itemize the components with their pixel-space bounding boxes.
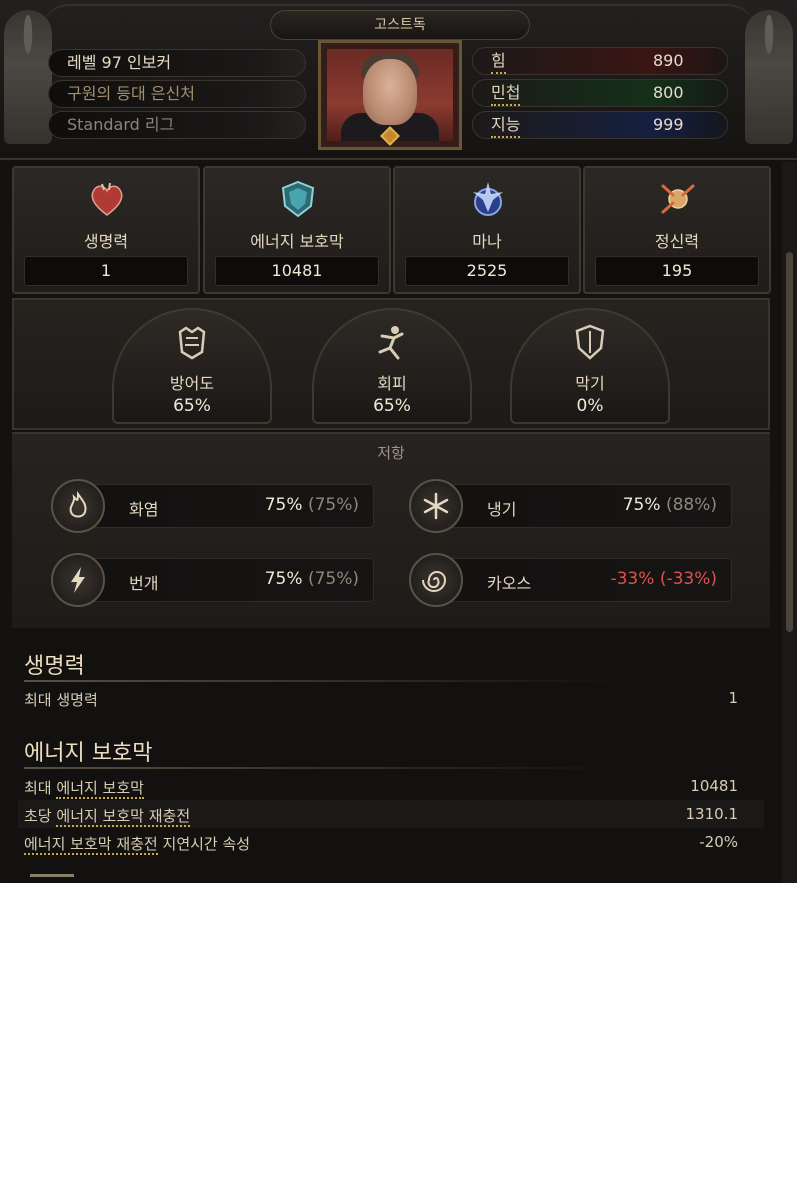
left-statue-ornament (4, 10, 52, 144)
lightning-resistance[interactable]: 번개 75% (75%) (51, 553, 374, 607)
armour-value: 65% (173, 396, 211, 416)
stat-details-list: 생명력 최대 생명력 1 에너지 보호막 최대 에너지 보호막 10481 초당… (12, 628, 770, 883)
detail-value: 1310.1 (685, 805, 739, 823)
detail-row-max-life[interactable]: 최대 생명력 1 (18, 684, 764, 712)
life-label: 생명력 (83, 232, 129, 251)
spirit-value: 195 (595, 256, 759, 286)
resistance-title: 저항 (377, 444, 405, 462)
spirit-label: 정신력 (654, 232, 700, 251)
energy-shield-value: 10481 (215, 256, 379, 286)
attribute-dexterity-label: 민첩 (491, 82, 521, 106)
scrollbar[interactable] (782, 162, 797, 883)
section-divider (24, 767, 624, 769)
mana-stat-panel[interactable]: 마나 2525 (393, 166, 581, 294)
detail-row-max-energy-shield[interactable]: 최대 에너지 보호막 10481 (18, 772, 764, 800)
lightning-resistance-max: (75%) (307, 569, 359, 589)
fire-resistance[interactable]: 화염 75% (75%) (51, 479, 374, 533)
block-label: 막기 (575, 374, 605, 393)
detail-value: -20% (699, 833, 738, 851)
right-statue-ornament (745, 10, 793, 144)
detail-label-suffix: 지연시간 속성 (162, 835, 251, 853)
chaos-resistance-label: 카오스 (487, 574, 532, 593)
detail-label-keyword[interactable]: 에너지 보호막 (56, 779, 144, 799)
energy-shield-section-title: 에너지 보호막 (24, 741, 153, 766)
detail-label-prefix: 초당 (24, 807, 52, 825)
lightning-resistance-label: 번개 (129, 574, 159, 593)
life-value: 1 (24, 256, 188, 286)
attribute-strength-value: 890 (653, 51, 684, 70)
cold-resistance-value: 75% (622, 495, 661, 515)
block-shield-icon (575, 324, 605, 360)
character-location: 구원의 등대 은신처 (48, 80, 306, 108)
fire-resistance-label: 화염 (129, 500, 159, 519)
defense-panel: 방어도 65% 회피 65% 막기 0% (12, 298, 770, 430)
block-stat[interactable]: 막기 0% (510, 308, 670, 424)
character-portrait (318, 40, 462, 150)
armour-icon (178, 326, 206, 360)
mana-crystal-icon (473, 182, 503, 216)
attribute-dexterity-value: 800 (653, 83, 684, 102)
spirit-orb-icon (661, 184, 695, 214)
character-name: 고스트독 (270, 10, 530, 40)
detail-value: 1 (728, 689, 738, 707)
cold-icon (409, 479, 463, 533)
fire-icon (51, 479, 105, 533)
detail-row-es-recharge[interactable]: 초당 에너지 보호막 재충전 1310.1 (18, 800, 764, 828)
chaos-resistance-max: (-33%) (659, 569, 717, 589)
attribute-strength-label: 힘 (491, 50, 506, 74)
detail-label-prefix: 최대 (24, 779, 52, 797)
chaos-icon (409, 553, 463, 607)
resistance-panel: 저항 화염 75% (75%) 냉기 75% (88%) 번개 75% (75%… (12, 432, 770, 628)
character-stats-window: 고스트독 레벨 97 인보커 구원의 등대 은신처 Standard 리그 힘 … (0, 0, 797, 883)
detail-label-keyword[interactable]: 에너지 보호막 재충전 (24, 835, 158, 855)
heart-icon (91, 182, 123, 216)
cold-resistance-max: (88%) (665, 495, 717, 515)
fire-resistance-value: 75% (264, 495, 303, 515)
character-header: 고스트독 레벨 97 인보커 구원의 등대 은신처 Standard 리그 힘 … (0, 0, 797, 160)
armour-label: 방어도 (169, 374, 215, 393)
scrollbar-thumb[interactable] (786, 252, 793, 632)
chaos-resistance-value: -33% (610, 569, 655, 589)
attribute-intelligence-label: 지능 (491, 114, 521, 138)
life-stat-panel[interactable]: 생명력 1 (12, 166, 200, 294)
lightning-icon (51, 553, 105, 607)
detail-row-es-recharge-delay[interactable]: 에너지 보호막 재충전 지연시간 속성 -20% (18, 828, 764, 856)
character-league: Standard 리그 (48, 111, 306, 139)
mana-value: 2525 (405, 256, 569, 286)
energy-shield-label: 에너지 보호막 (250, 232, 344, 251)
cold-resistance[interactable]: 냉기 75% (88%) (409, 479, 732, 533)
attribute-dexterity[interactable]: 민첩 800 (472, 79, 728, 107)
evasion-value: 65% (373, 396, 411, 416)
section-divider (24, 680, 624, 682)
detail-label-keyword[interactable]: 에너지 보호막 재충전 (56, 807, 191, 827)
life-section-title: 생명력 (24, 654, 85, 679)
evasion-label: 회피 (377, 374, 407, 393)
mana-label: 마나 (472, 232, 502, 251)
armour-stat[interactable]: 방어도 65% (112, 308, 272, 424)
lightning-resistance-value: 75% (264, 569, 303, 589)
character-level: 레벨 97 인보커 (48, 49, 306, 77)
chaos-resistance[interactable]: 카오스 -33% (-33%) (409, 553, 732, 607)
attribute-intelligence[interactable]: 지능 999 (472, 111, 728, 139)
attribute-strength[interactable]: 힘 890 (472, 47, 728, 75)
energy-shield-stat-panel[interactable]: 에너지 보호막 10481 (203, 166, 391, 294)
fire-resistance-max: (75%) (307, 495, 359, 515)
evasion-stat[interactable]: 회피 65% (312, 308, 472, 424)
shield-crest-icon (281, 180, 315, 218)
cold-resistance-label: 냉기 (487, 500, 517, 519)
next-section-title-clipped (30, 874, 74, 883)
evasion-icon (378, 326, 404, 360)
spirit-stat-panel[interactable]: 정신력 195 (583, 166, 771, 294)
attribute-intelligence-value: 999 (653, 115, 684, 134)
detail-value: 10481 (690, 777, 738, 795)
block-value: 0% (576, 396, 604, 416)
detail-label: 최대 생명력 (24, 691, 98, 709)
